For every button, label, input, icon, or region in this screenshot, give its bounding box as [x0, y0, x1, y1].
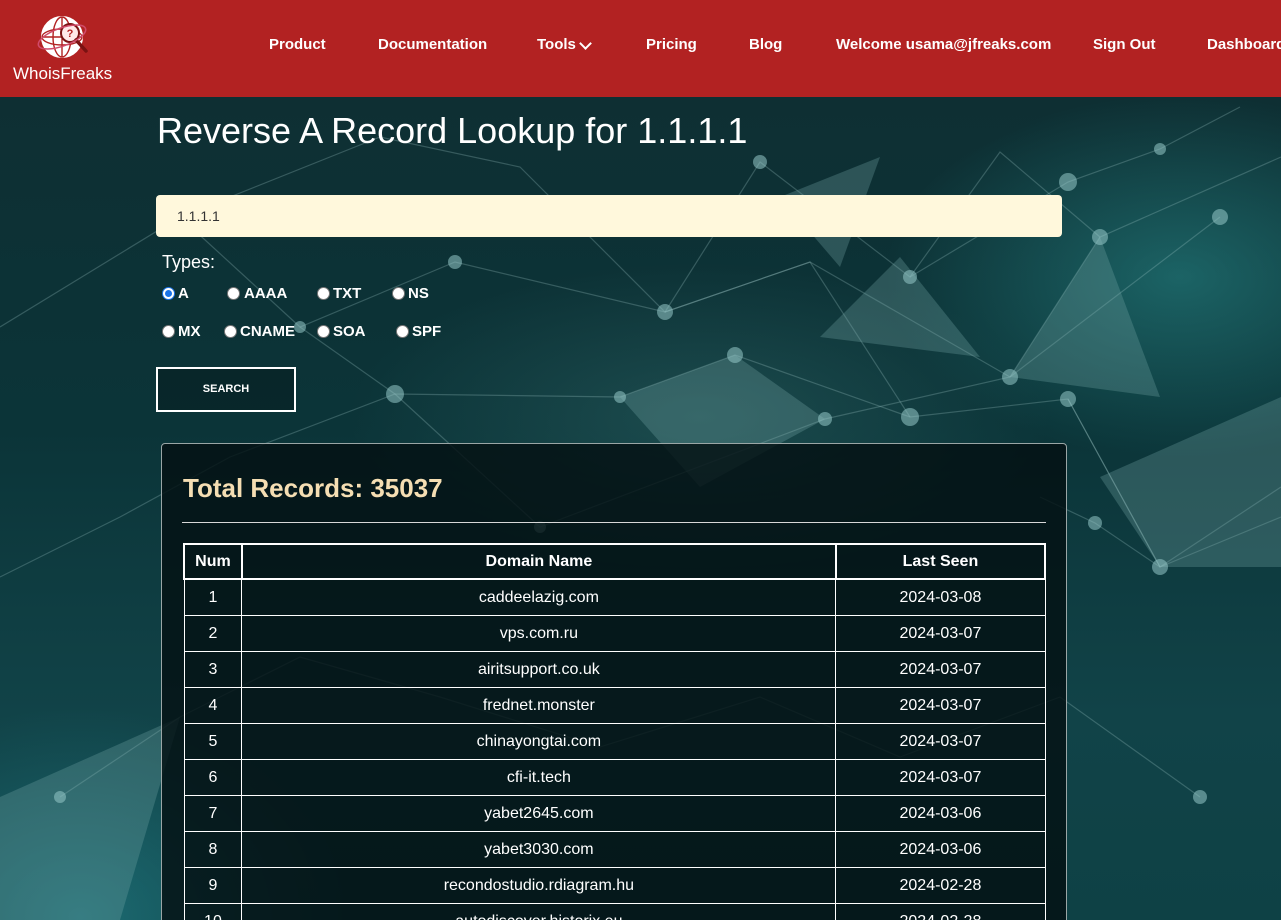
divider — [182, 522, 1046, 523]
nav-tools-label: Tools — [537, 36, 576, 53]
column-header-num: Num — [183, 543, 243, 580]
column-header-last-seen: Last Seen — [834, 543, 1047, 580]
radio-label-aaaa: AAAA — [244, 285, 288, 302]
row-domain[interactable]: yabet3030.com — [241, 831, 837, 868]
search-input[interactable] — [156, 195, 1062, 237]
types-label: Types: — [162, 252, 216, 272]
radio-button[interactable] — [227, 287, 240, 300]
table-row: 10 autodiscover.historix.eu 2024-02-28 — [183, 903, 1046, 920]
row-domain[interactable]: recondostudio.rdiagram.hu — [241, 867, 837, 904]
row-num: 3 — [183, 651, 243, 688]
table-row: 6 cfi-it.tech 2024-03-07 — [183, 759, 1046, 796]
nav-dashboard[interactable]: Dashboard — [1207, 36, 1281, 53]
row-domain[interactable]: cfi-it.tech — [241, 759, 837, 796]
nav-tools[interactable]: Tools — [537, 36, 592, 53]
nav-documentation[interactable]: Documentation — [378, 36, 487, 53]
results-table: Num Domain Name Last Seen 1 caddeelazig.… — [183, 543, 1047, 920]
brand-logo[interactable]: ? WhoisFreaks — [12, 10, 116, 84]
total-records: Total Records: 35037 — [183, 473, 443, 503]
row-num: 1 — [183, 578, 243, 616]
nav-product[interactable]: Product — [269, 36, 326, 53]
row-num: 2 — [183, 615, 243, 652]
radio-button[interactable] — [224, 325, 237, 338]
row-last-seen: 2024-02-28 — [835, 867, 1046, 904]
brand-name: WhoisFreaks — [13, 64, 113, 83]
row-last-seen: 2024-03-07 — [835, 687, 1046, 724]
row-domain[interactable]: yabet2645.com — [241, 795, 837, 832]
table-row: 5 chinayongtai.com 2024-03-07 — [183, 723, 1046, 760]
top-navbar: ? WhoisFreaks Product Documentation Tool… — [0, 0, 1281, 97]
radio-button-checked[interactable] — [162, 287, 175, 300]
globe-magnifier-icon: ? — [37, 16, 88, 58]
table-row: 3 airitsupport.co.uk 2024-03-07 — [183, 651, 1046, 688]
search-button[interactable]: SEARCH — [156, 367, 296, 412]
radio-label-soa: SOA — [333, 323, 366, 340]
table-header-row: Num Domain Name Last Seen — [183, 543, 1047, 580]
table-row: 9 recondostudio.rdiagram.hu 2024-02-28 — [183, 867, 1046, 904]
nav-pricing[interactable]: Pricing — [646, 36, 697, 53]
table-row: 1 caddeelazig.com 2024-03-08 — [183, 578, 1046, 616]
row-num: 6 — [183, 759, 243, 796]
chevron-down-icon — [579, 37, 592, 50]
row-num: 7 — [183, 795, 243, 832]
radio-label-ns: NS — [408, 285, 429, 302]
row-last-seen: 2024-03-07 — [835, 651, 1046, 688]
radio-label-spf: SPF — [412, 323, 442, 340]
row-last-seen: 2024-03-06 — [835, 831, 1046, 868]
table-row: 7 yabet2645.com 2024-03-06 — [183, 795, 1046, 832]
radio-button[interactable] — [317, 325, 330, 338]
table-row: 8 yabet3030.com 2024-03-06 — [183, 831, 1046, 868]
row-last-seen: 2024-02-28 — [835, 903, 1046, 920]
table-row: 4 frednet.monster 2024-03-07 — [183, 687, 1046, 724]
row-domain[interactable]: chinayongtai.com — [241, 723, 837, 760]
radio-button[interactable] — [396, 325, 409, 338]
nav-sign-out[interactable]: Sign Out — [1093, 36, 1156, 53]
row-domain[interactable]: airitsupport.co.uk — [241, 651, 837, 688]
results-card: Total Records: 35037 Num Domain Name Las… — [161, 443, 1067, 920]
radio-button[interactable] — [392, 287, 405, 300]
row-domain[interactable]: caddeelazig.com — [241, 578, 837, 616]
row-domain[interactable]: autodiscover.historix.eu — [241, 903, 837, 920]
row-num: 4 — [183, 687, 243, 724]
radio-label-a: A — [178, 285, 189, 302]
row-last-seen: 2024-03-08 — [835, 578, 1046, 616]
row-num: 8 — [183, 831, 243, 868]
radio-button[interactable] — [162, 325, 175, 338]
page-title: Reverse A Record Lookup for 1.1.1.1 — [157, 110, 748, 151]
radio-label-txt: TXT — [333, 285, 362, 302]
column-header-domain: Domain Name — [240, 543, 837, 580]
row-last-seen: 2024-03-06 — [835, 795, 1046, 832]
radio-label-cname: CNAME — [240, 323, 295, 340]
row-num: 10 — [183, 903, 243, 920]
row-last-seen: 2024-03-07 — [835, 759, 1046, 796]
row-last-seen: 2024-03-07 — [835, 615, 1046, 652]
row-num: 5 — [183, 723, 243, 760]
table-row: 2 vps.com.ru 2024-03-07 — [183, 615, 1046, 652]
row-num: 9 — [183, 867, 243, 904]
nav-blog[interactable]: Blog — [749, 36, 782, 53]
row-domain[interactable]: frednet.monster — [241, 687, 837, 724]
row-last-seen: 2024-03-07 — [835, 723, 1046, 760]
row-domain[interactable]: vps.com.ru — [241, 615, 837, 652]
radio-label-mx: MX — [178, 323, 201, 340]
radio-button[interactable] — [317, 287, 330, 300]
nav-welcome-user[interactable]: Welcome usama@jfreaks.com — [836, 36, 1051, 53]
svg-text:?: ? — [67, 28, 74, 40]
